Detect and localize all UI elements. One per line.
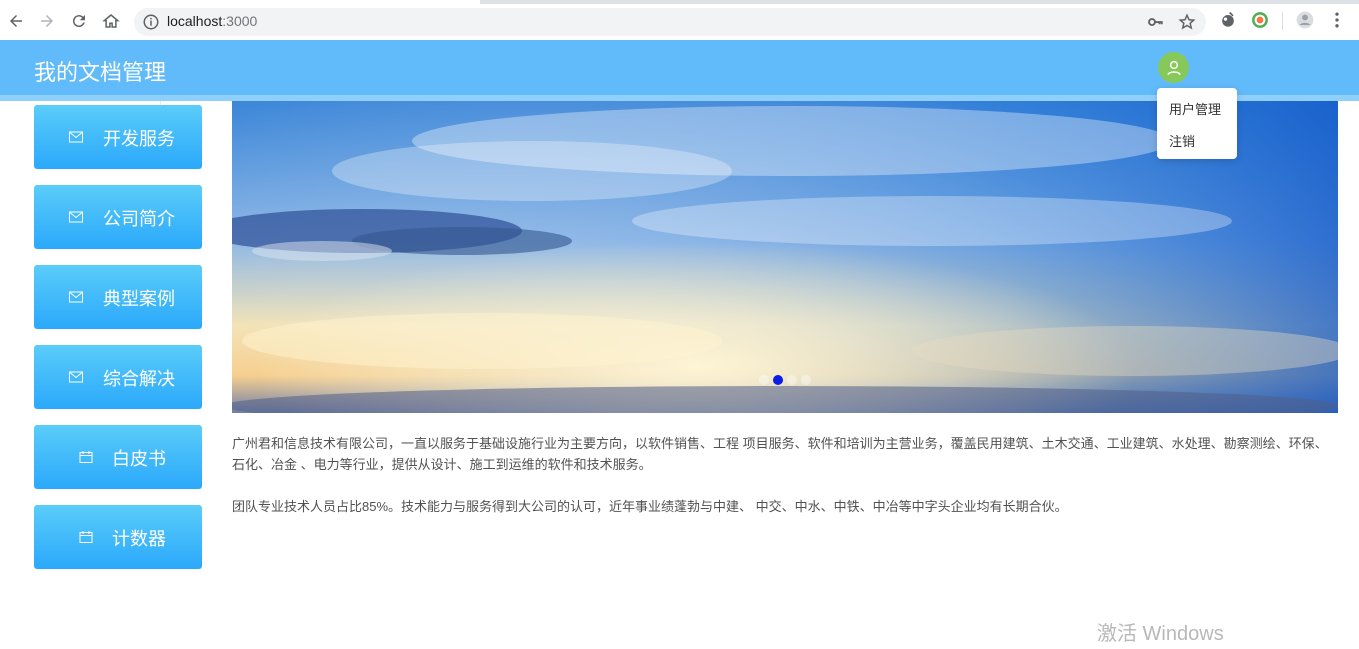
app-header [0,40,1359,101]
back-icon[interactable] [5,10,27,32]
mail-icon [69,371,83,383]
user-icon [1166,60,1181,75]
sidebar-item-cases[interactable]: 典型案例 [34,265,202,329]
mail-icon [69,211,83,223]
url-text[interactable]: localhost:3000 [167,13,257,29]
home-icon[interactable] [100,10,122,32]
calendar-icon [79,531,93,543]
menu-item-logout[interactable]: 注销 [1169,131,1195,150]
mail-icon [69,131,83,143]
site-info-icon[interactable] [142,13,160,31]
sidebar-item-label: 公司简介 [103,209,175,229]
reload-icon[interactable] [68,10,90,32]
company-description: 广州君和信息技术有限公司，一直以服务于基础设施行业为主要方向，以软件销售、工程 … [232,436,1328,472]
sidebar-item-label: 白皮书 [112,449,166,469]
sidebar-item-counter[interactable]: 计数器 [34,505,202,569]
bookmark-star-icon[interactable] [1178,13,1196,31]
team-description: 团队专业技术人员占比85%。技术能力与服务得到大公司的认可，近年事业绩蓬勃与中建… [232,499,1068,514]
windows-activation-watermark: 激活 Windows [1097,623,1224,645]
menu-item-user-management[interactable]: 用户管理 [1169,99,1221,118]
carousel-dot[interactable] [801,375,811,385]
browser-toolbar: localhost:3000 [0,0,1359,40]
sidebar-item-label: 综合解决 [103,369,175,389]
carousel-dot[interactable] [759,375,769,385]
app-title: 我的文档管理 [34,60,167,85]
mail-icon [69,291,83,303]
carousel-dot[interactable] [787,375,797,385]
sidebar-item-label: 计数器 [112,529,166,549]
sidebar-item-whitepaper[interactable]: 白皮书 [34,425,202,489]
tab-strip [0,0,1359,4]
extension-ring-icon[interactable] [1250,10,1270,30]
forward-icon[interactable] [36,10,58,32]
key-icon[interactable] [1146,13,1164,31]
profile-icon[interactable] [1295,10,1315,30]
calendar-icon [79,451,93,463]
extension-icon[interactable] [1218,10,1238,30]
sidebar-item-label: 开发服务 [103,129,175,149]
address-bar[interactable]: localhost:3000 [134,8,1206,36]
carousel-dot-active[interactable] [773,375,783,385]
user-avatar[interactable] [1158,52,1189,83]
menu-kebab-icon[interactable] [1327,10,1347,30]
sidebar-item-dev-service[interactable]: 开发服务 [34,105,202,169]
sidebar-item-label: 典型案例 [103,289,175,309]
carousel-indicators [232,375,1338,387]
sidebar-item-solutions[interactable]: 综合解决 [34,345,202,409]
user-dropdown-menu: 用户管理 注销 [1157,88,1237,159]
sidebar-item-company-intro[interactable]: 公司简介 [34,185,202,249]
